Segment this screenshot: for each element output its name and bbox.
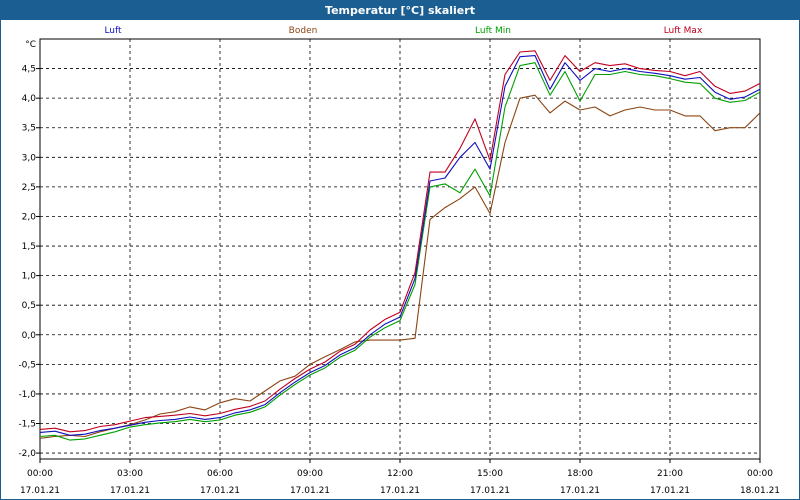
y-tick-label: -2,0	[18, 449, 36, 459]
x-tick-date: 17.01.21	[650, 486, 690, 496]
legend: Luft Boden Luft Min Luft Max	[104, 26, 703, 36]
x-tick-time: 12:00	[387, 469, 413, 479]
x-tick-time: 18:00	[567, 469, 593, 479]
x-tick-date: 17.01.21	[470, 486, 510, 496]
y-axis: 4,5 4,0 3,5 3,0 2,5 2,0 1,5 1,0 0,5 0,0 -0,5 -1,0 -1…	[18, 40, 40, 459]
y-tick-label: 0,5	[22, 301, 36, 311]
x-tick-time: 00:00	[747, 469, 773, 479]
y-axis-unit: °C	[25, 40, 36, 50]
x-tick-time: 21:00	[657, 469, 683, 479]
x-tick-time: 15:00	[477, 469, 503, 479]
y-tick-label: -1,5	[18, 420, 36, 430]
y-tick-label: 4,0	[22, 94, 37, 104]
y-tick-label: 3,5	[22, 124, 36, 134]
x-tick-date: 17.01.21	[200, 486, 240, 496]
x-tick-date: 17.01.21	[290, 486, 330, 496]
y-tick-label: 2,0	[22, 212, 37, 222]
legend-entry: Luft	[104, 26, 122, 36]
x-tick-date: 17.01.21	[20, 486, 60, 496]
x-tick-time: 06:00	[207, 469, 233, 479]
legend-entry: Boden	[289, 26, 318, 36]
legend-entry: Luft Min	[475, 26, 511, 36]
x-tick-date: 17.01.21	[380, 486, 420, 496]
x-tick-time: 03:00	[117, 469, 143, 479]
legend-entry: Luft Max	[664, 26, 703, 36]
x-tick-time: 00:00	[27, 469, 53, 479]
y-tick-label: 4,5	[22, 65, 36, 75]
y-tick-label: 2,5	[22, 183, 36, 193]
y-tick-label: 1,0	[22, 272, 37, 282]
x-tick-date: 17.01.21	[110, 486, 150, 496]
y-tick-label: -0,5	[18, 360, 36, 370]
y-tick-label: -1,0	[18, 390, 36, 400]
x-tick-date: 18.01.21	[740, 486, 780, 496]
x-tick-date: 17.01.21	[560, 486, 600, 496]
y-tick-label: 0,0	[22, 331, 37, 341]
temperature-chart: Luft Boden Luft Min Luft Max 4,5 4,0 3,5 3,0 2,…	[18, 26, 780, 496]
y-tick-label: 1,5	[22, 242, 36, 252]
x-tick-time: 09:00	[297, 469, 323, 479]
y-tick-label: 3,0	[22, 153, 37, 163]
x-axis: 00:00 17.01.21 03:00 17.01.21 06:00 17.01.21 0…	[20, 459, 780, 496]
